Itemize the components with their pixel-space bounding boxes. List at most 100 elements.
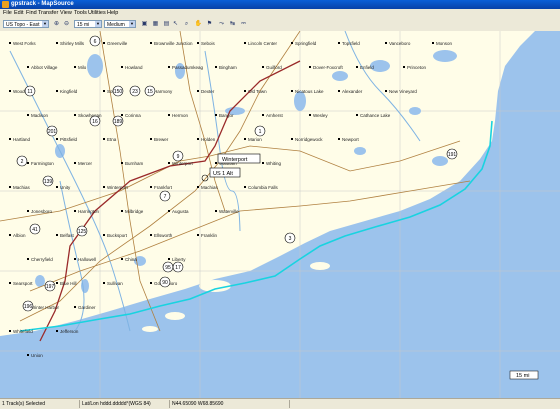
town-marker[interactable] — [215, 162, 217, 164]
town-marker[interactable] — [150, 138, 152, 140]
zoom-select[interactable]: 15 mi ▼ — [74, 20, 102, 28]
town-marker[interactable] — [197, 234, 199, 236]
town-marker[interactable] — [385, 90, 387, 92]
town-marker[interactable] — [291, 42, 293, 44]
town-marker[interactable] — [9, 90, 11, 92]
town-marker[interactable] — [56, 42, 58, 44]
town-marker[interactable] — [74, 306, 76, 308]
town-marker[interactable] — [103, 282, 105, 284]
zoom-out-icon[interactable]: ⊖ — [62, 20, 71, 28]
menu-help[interactable]: Help — [107, 10, 118, 17]
town-marker[interactable] — [168, 114, 170, 116]
town-marker[interactable] — [27, 66, 29, 68]
town-marker[interactable] — [244, 42, 246, 44]
town-marker[interactable] — [103, 234, 105, 236]
hand-tool-icon[interactable]: ✋ — [194, 20, 203, 28]
town-marker[interactable] — [121, 66, 123, 68]
menu-find[interactable]: Find — [26, 10, 37, 17]
town-marker[interactable] — [168, 66, 170, 68]
highlighted-waypoint[interactable]: Winterport US 1 Alt — [201, 153, 261, 182]
town-marker[interactable] — [121, 258, 123, 260]
town-marker[interactable] — [9, 282, 11, 284]
town-marker[interactable] — [56, 138, 58, 140]
town-marker[interactable] — [168, 258, 170, 260]
town-marker[interactable] — [403, 66, 405, 68]
folder-icon[interactable]: ▤ — [162, 20, 171, 28]
map-view[interactable]: West Forks Shirley Mills Greenville Brownvi… — [0, 31, 560, 398]
town-marker[interactable] — [9, 186, 11, 188]
menu-file[interactable]: File — [3, 10, 12, 17]
town-marker[interactable] — [168, 162, 170, 164]
route-tool-icon[interactable]: ⤳ — [217, 20, 226, 28]
town-marker[interactable] — [150, 234, 152, 236]
town-marker[interactable] — [215, 114, 217, 116]
town-marker[interactable] — [74, 210, 76, 212]
town-marker[interactable] — [74, 66, 76, 68]
menu-view[interactable]: View — [60, 10, 72, 17]
town-marker[interactable] — [197, 138, 199, 140]
town-marker[interactable] — [74, 258, 76, 260]
town-marker[interactable] — [244, 138, 246, 140]
town-marker[interactable] — [9, 330, 11, 332]
track-tool-icon[interactable]: ⎓ — [239, 20, 248, 28]
menu-utilities[interactable]: Utilities — [88, 10, 106, 17]
town-marker[interactable] — [338, 90, 340, 92]
town-marker[interactable] — [262, 114, 264, 116]
town-marker[interactable] — [121, 114, 123, 116]
town-marker[interactable] — [74, 162, 76, 164]
town-marker[interactable] — [197, 42, 199, 44]
vehicle-icon[interactable]: ▣ — [140, 20, 149, 28]
town-marker[interactable] — [338, 42, 340, 44]
town-marker[interactable] — [197, 90, 199, 92]
town-marker[interactable] — [56, 330, 58, 332]
menu-edit[interactable]: Edit — [14, 10, 23, 17]
town-marker[interactable] — [150, 282, 152, 284]
waypoint-tool-icon[interactable]: ⚑ — [205, 20, 214, 28]
town-marker[interactable] — [432, 42, 434, 44]
zoom-tool-icon[interactable]: ⌕ — [182, 20, 191, 28]
town-marker[interactable] — [150, 42, 152, 44]
town-marker[interactable] — [309, 66, 311, 68]
detail-select[interactable]: Medium ▼ — [104, 20, 136, 28]
town-marker[interactable] — [291, 138, 293, 140]
select-tool-icon[interactable]: ↖ — [171, 20, 180, 28]
menu-tools[interactable]: Tools — [74, 10, 87, 17]
town-marker[interactable] — [356, 66, 358, 68]
town-marker[interactable] — [27, 354, 29, 356]
map-layers-icon[interactable]: ▦ — [151, 20, 160, 28]
measure-tool-icon[interactable]: ↹ — [228, 20, 237, 28]
town-marker[interactable] — [215, 210, 217, 212]
town-marker[interactable] — [74, 114, 76, 116]
town-marker[interactable] — [103, 42, 105, 44]
town-marker[interactable] — [56, 90, 58, 92]
town-marker[interactable] — [291, 90, 293, 92]
town-marker[interactable] — [197, 186, 199, 188]
town-marker[interactable] — [27, 258, 29, 260]
town-marker[interactable] — [262, 162, 264, 164]
town-marker[interactable] — [244, 90, 246, 92]
town-marker[interactable] — [262, 66, 264, 68]
town-marker[interactable] — [9, 234, 11, 236]
menu-transfer[interactable]: Transfer — [38, 10, 58, 17]
town-marker[interactable] — [168, 210, 170, 212]
town-marker[interactable] — [27, 162, 29, 164]
town-marker[interactable] — [121, 162, 123, 164]
town-marker[interactable] — [150, 186, 152, 188]
town-marker[interactable] — [103, 186, 105, 188]
town-marker[interactable] — [121, 210, 123, 212]
zoom-in-icon[interactable]: ⊕ — [52, 20, 61, 28]
town-marker[interactable] — [56, 282, 58, 284]
town-marker[interactable] — [103, 138, 105, 140]
town-marker[interactable] — [356, 114, 358, 116]
town-marker[interactable] — [338, 138, 340, 140]
town-marker[interactable] — [9, 42, 11, 44]
town-marker[interactable] — [244, 186, 246, 188]
town-marker[interactable] — [27, 114, 29, 116]
map-product-select[interactable]: US Topo - East ▼ — [3, 20, 49, 28]
town-marker[interactable] — [56, 234, 58, 236]
town-marker[interactable] — [309, 114, 311, 116]
town-marker[interactable] — [103, 90, 105, 92]
town-marker[interactable] — [9, 138, 11, 140]
town-marker[interactable] — [215, 66, 217, 68]
town-marker[interactable] — [385, 42, 387, 44]
